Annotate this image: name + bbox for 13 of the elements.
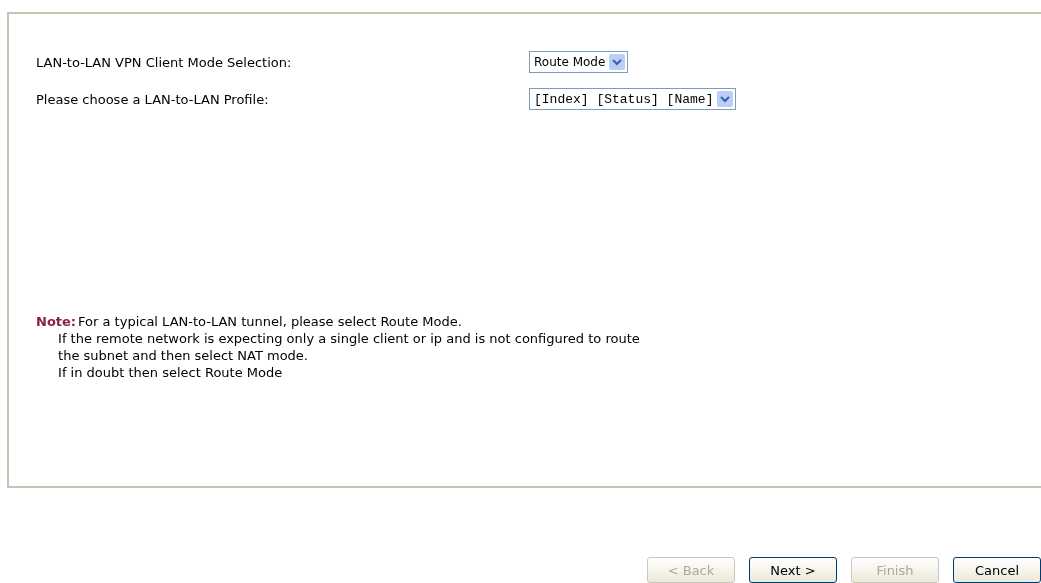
note-text: If in doubt then select Route Mode (58, 364, 284, 381)
note-text: For a typical LAN-to-LAN tunnel, please select Route Mode. (78, 313, 463, 330)
wizard-button[interactable]: Cancel (953, 557, 1041, 583)
field-label: Please choose a LAN-to-LAN Profile: (36, 91, 270, 107)
chevron-down-icon (609, 54, 626, 70)
dropdown[interactable]: [Index] [Status] [Name] (529, 88, 737, 110)
wizard-button[interactable]: Next > (749, 557, 837, 583)
field-label: LAN-to-LAN VPN Client Mode Selection: (36, 54, 293, 70)
note-text: If the remote network is expecting only a single client or ip and is not configured to route (58, 330, 640, 347)
note-label: Note: (36, 313, 77, 330)
note-text: the subnet and then select NAT mode. (58, 347, 309, 364)
chevron-down-icon (717, 91, 734, 107)
dropdown[interactable]: Route Mode (529, 51, 629, 73)
